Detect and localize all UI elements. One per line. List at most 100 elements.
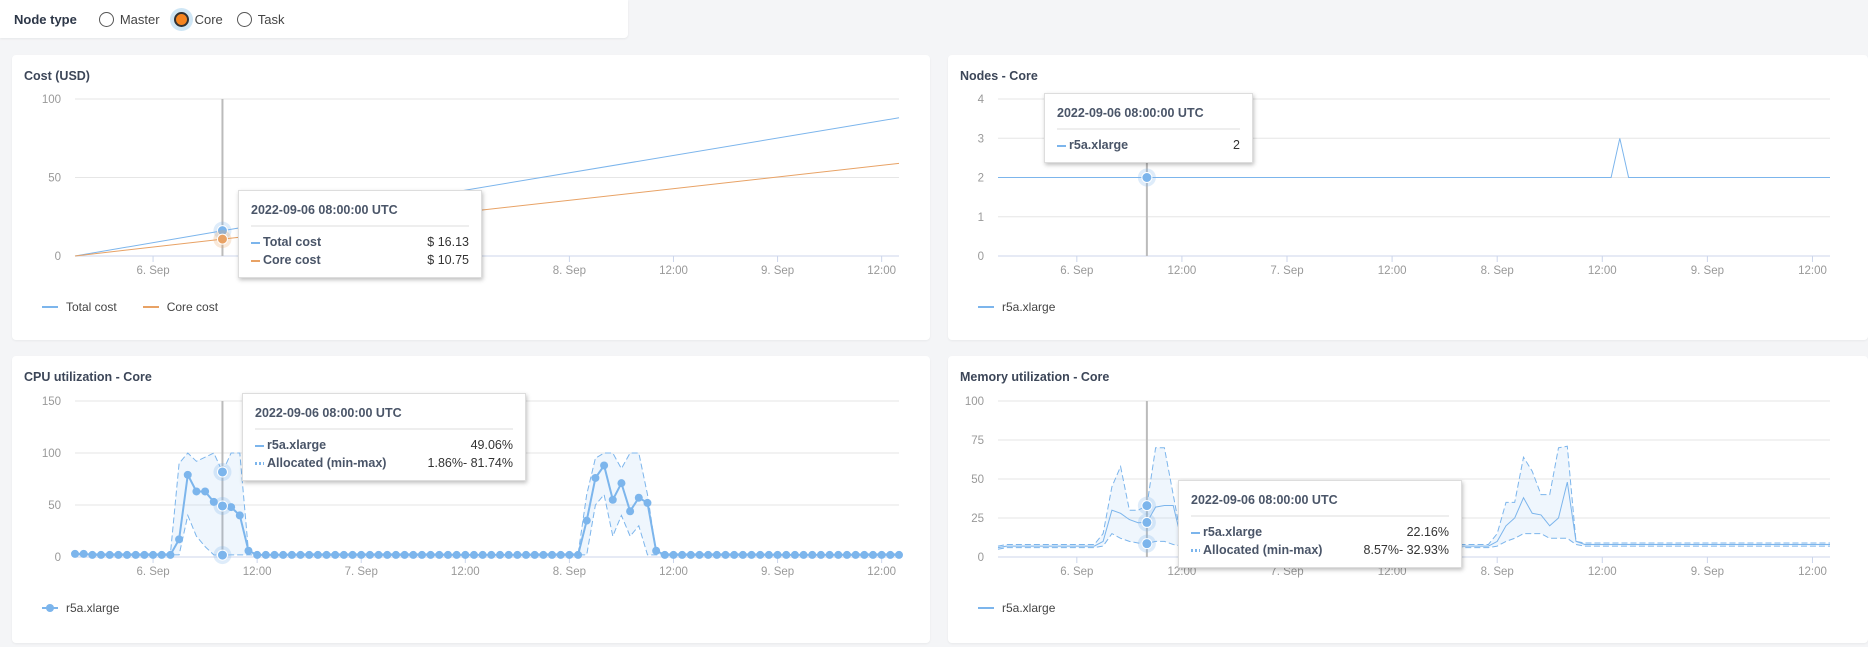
radio-core[interactable]: Core — [173, 11, 223, 27]
data-point[interactable] — [71, 549, 79, 558]
data-point[interactable] — [868, 550, 877, 559]
data-point[interactable] — [270, 550, 279, 559]
data-point[interactable] — [522, 550, 531, 559]
data-point[interactable] — [374, 550, 383, 559]
data-point[interactable] — [721, 550, 730, 559]
data-point[interactable] — [895, 550, 903, 559]
data-point[interactable] — [435, 550, 444, 559]
data-point[interactable] — [834, 550, 843, 559]
data-point[interactable] — [149, 550, 158, 559]
data-point[interactable] — [556, 550, 565, 559]
data-point[interactable] — [452, 550, 461, 559]
data-point[interactable] — [808, 550, 817, 559]
data-point[interactable] — [296, 550, 305, 559]
data-point[interactable] — [383, 550, 392, 559]
radio-task[interactable]: Task — [236, 11, 285, 27]
data-point[interactable] — [183, 470, 192, 479]
data-point[interactable] — [201, 487, 210, 496]
data-point[interactable] — [695, 550, 704, 559]
data-point[interactable] — [825, 550, 834, 559]
data-point[interactable] — [530, 550, 539, 559]
data-point[interactable] — [235, 511, 244, 520]
data-point[interactable] — [322, 550, 331, 559]
data-point[interactable] — [816, 550, 825, 559]
data-point[interactable] — [764, 550, 773, 559]
data-point[interactable] — [686, 550, 695, 559]
data-point[interactable] — [114, 550, 123, 559]
data-point[interactable] — [279, 550, 288, 559]
data-point[interactable] — [417, 550, 426, 559]
data-point[interactable] — [339, 550, 348, 559]
data-point[interactable] — [548, 550, 557, 559]
data-point[interactable] — [192, 487, 201, 496]
data-point[interactable] — [409, 550, 418, 559]
data-point[interactable] — [166, 550, 175, 559]
data-point[interactable] — [469, 550, 478, 559]
data-point[interactable] — [348, 550, 357, 559]
data-point[interactable] — [782, 550, 791, 559]
data-point[interactable] — [140, 550, 149, 559]
data-point[interactable] — [175, 535, 184, 544]
data-point[interactable] — [643, 498, 652, 507]
data-point[interactable] — [617, 479, 626, 488]
data-point[interactable] — [79, 549, 88, 558]
legend-item[interactable]: r5a.xlarge — [978, 601, 1055, 615]
data-point[interactable] — [461, 550, 470, 559]
data-point[interactable] — [331, 550, 340, 559]
data-point[interactable] — [591, 473, 600, 482]
data-point[interactable] — [799, 550, 808, 559]
data-point[interactable] — [860, 550, 869, 559]
data-point[interactable] — [851, 550, 860, 559]
data-point[interactable] — [123, 550, 132, 559]
data-point[interactable] — [478, 550, 487, 559]
data-point[interactable] — [313, 550, 322, 559]
data-point[interactable] — [842, 550, 851, 559]
data-point[interactable] — [678, 550, 687, 559]
data-point[interactable] — [365, 550, 374, 559]
radio-circle-icon[interactable] — [236, 11, 252, 27]
data-point[interactable] — [626, 507, 635, 516]
data-point[interactable] — [97, 550, 106, 559]
legend-item[interactable]: Total cost — [42, 300, 117, 314]
data-point[interactable] — [391, 550, 400, 559]
data-point[interactable] — [504, 550, 513, 559]
data-point[interactable] — [105, 550, 114, 559]
data-point[interactable] — [756, 550, 765, 559]
data-point[interactable] — [253, 550, 262, 559]
data-point[interactable] — [790, 550, 799, 559]
data-point[interactable] — [582, 516, 591, 525]
radio-circle-icon[interactable] — [173, 11, 189, 27]
legend-item[interactable]: Core cost — [142, 300, 218, 314]
radio-circle-icon[interactable] — [98, 11, 114, 27]
data-point[interactable] — [574, 550, 583, 559]
data-point[interactable] — [747, 550, 756, 559]
data-point[interactable] — [539, 550, 548, 559]
data-point[interactable] — [496, 550, 505, 559]
data-point[interactable] — [400, 550, 409, 559]
data-point[interactable] — [487, 550, 496, 559]
data-point[interactable] — [565, 550, 574, 559]
data-point[interactable] — [634, 493, 643, 502]
data-point[interactable] — [157, 550, 166, 559]
data-point[interactable] — [730, 550, 739, 559]
legend-item[interactable]: r5a.xlarge — [42, 601, 119, 615]
data-point[interactable] — [305, 550, 314, 559]
data-point[interactable] — [608, 495, 617, 504]
data-point[interactable] — [877, 550, 886, 559]
legend-item[interactable]: r5a.xlarge — [978, 300, 1055, 314]
data-point[interactable] — [443, 550, 452, 559]
data-point[interactable] — [704, 550, 713, 559]
data-point[interactable] — [886, 550, 895, 559]
data-point[interactable] — [88, 550, 97, 559]
data-point[interactable] — [773, 550, 782, 559]
data-point[interactable] — [287, 550, 296, 559]
data-point[interactable] — [669, 550, 678, 559]
data-point[interactable] — [660, 550, 669, 559]
data-point[interactable] — [600, 461, 609, 470]
data-point[interactable] — [131, 550, 140, 559]
data-point[interactable] — [738, 550, 747, 559]
data-point[interactable] — [244, 546, 253, 555]
data-point[interactable] — [513, 550, 522, 559]
data-point[interactable] — [357, 550, 366, 559]
data-point[interactable] — [261, 550, 270, 559]
